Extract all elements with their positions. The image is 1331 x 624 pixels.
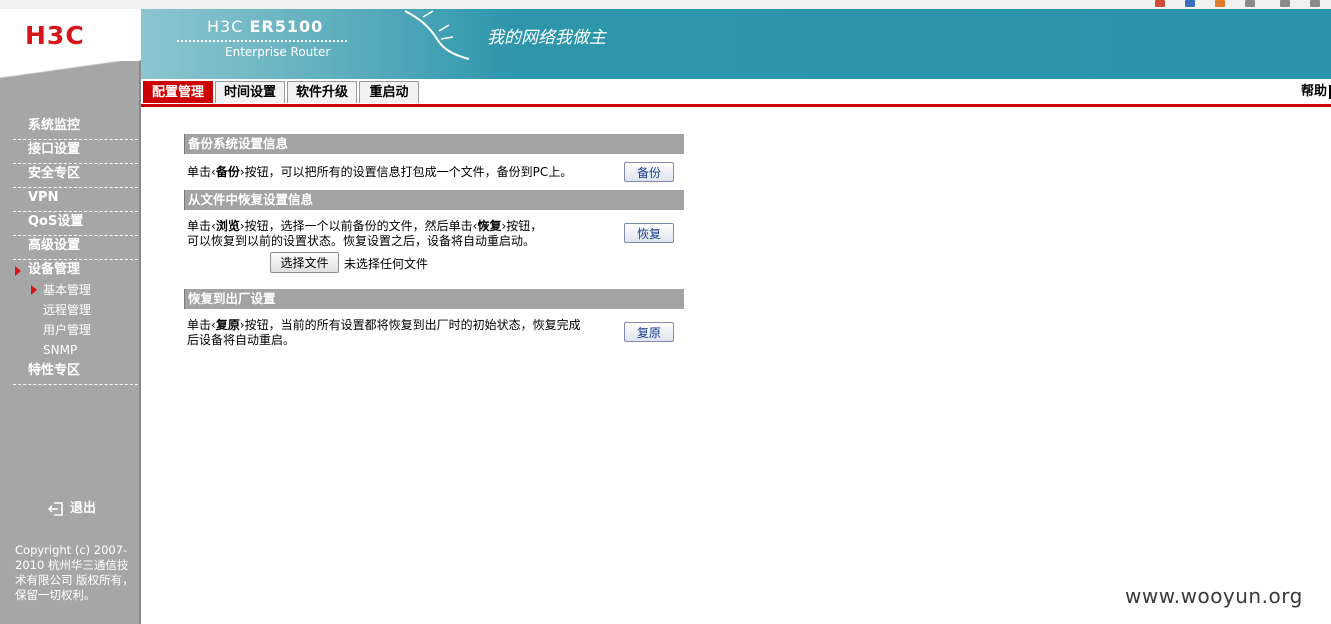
subitem-remote-management[interactable]: 远程管理 xyxy=(13,301,138,321)
browser-extension-icon[interactable] xyxy=(1310,0,1320,7)
banner-dotted-line xyxy=(177,40,347,42)
text-fragment: ›按钮，可以把所有的设置信息打包成一个文件，备份到PC上。 xyxy=(239,165,573,179)
tab-label: 时间设置 xyxy=(223,85,276,100)
sidebar-item-label: 接口设置 xyxy=(28,142,81,157)
text-fragment: ›按钮，当前的所有设置都将恢复到出厂时的初始状态，恢复完成 xyxy=(239,318,581,332)
backup-section-header: 备份系统设置信息 xyxy=(184,134,684,154)
tab-software-upgrade[interactable]: 软件升级 xyxy=(287,81,357,103)
sidebar-item-label: 系统监控 xyxy=(28,118,81,133)
file-status-text: 未选择任何文件 xyxy=(344,257,429,271)
restore-section-header: 从文件中恢复设置信息 xyxy=(184,190,684,210)
logout-link[interactable]: 退出 xyxy=(48,499,96,519)
text-fragment: ›按钮， xyxy=(501,219,543,233)
sidebar-item-qos[interactable]: QoS设置 xyxy=(13,212,138,236)
logo-area: H3C xyxy=(0,9,140,61)
sidebar-menu: 系统监控 接口设置 安全专区 VPN QoS设置 高级设置 设备管理 基本管理 … xyxy=(13,116,138,385)
sidebar-item-vpn[interactable]: VPN xyxy=(13,188,138,212)
sidebar-item-device-management[interactable]: 设备管理 xyxy=(13,260,138,281)
cable-graphic-icon xyxy=(404,10,470,60)
sidebar-item-system-monitor[interactable]: 系统监控 xyxy=(13,116,138,140)
sidebar-item-security[interactable]: 安全专区 xyxy=(13,164,138,188)
active-arrow-icon xyxy=(15,266,21,276)
sidebar-item-label: 特性专区 xyxy=(28,363,81,378)
tab-config-management[interactable]: 配置管理 xyxy=(143,81,213,103)
text-fragment: 可以恢复到以前的设置状态。恢复设置之后，设备将自动重启动。 xyxy=(187,234,536,248)
factory-reset-button[interactable]: 复原 xyxy=(624,322,674,342)
text-fragment: ›按钮，选择一个以前备份的文件，然后单击‹ xyxy=(239,219,478,233)
sidebar-item-label: VPN xyxy=(28,190,59,205)
model-name: ER5100 xyxy=(249,17,324,36)
h3c-logo: H3C xyxy=(25,21,85,50)
sidebar-item-label: 设备管理 xyxy=(28,262,81,277)
subitem-label: 远程管理 xyxy=(43,303,92,317)
tab-label: 重启动 xyxy=(369,85,409,100)
backup-description: 单击‹备份›按钮，可以把所有的设置信息打包成一个文件，备份到PC上。 xyxy=(187,165,572,180)
subitem-basic-management[interactable]: 基本管理 xyxy=(13,281,138,301)
keyword-browse: 浏览 xyxy=(215,219,240,233)
logout-icon xyxy=(48,501,63,516)
active-arrow-icon xyxy=(31,285,37,295)
header-banner: H3C ER5100 Enterprise Router 我的网络我做主 xyxy=(141,9,1331,79)
keyword-reset: 复原 xyxy=(215,318,240,332)
device-submenu: 基本管理 远程管理 用户管理 SNMP xyxy=(13,281,138,361)
restore-description: 单击‹浏览›按钮，选择一个以前备份的文件，然后单击‹恢复›按钮， 可以恢复到以前… xyxy=(187,219,542,249)
tab-label: 软件升级 xyxy=(295,85,348,100)
browser-extension-icon[interactable] xyxy=(1245,0,1255,7)
subitem-label: 用户管理 xyxy=(43,323,92,337)
keyword-restore: 恢复 xyxy=(477,219,502,233)
device-submenu-list: 基本管理 远程管理 用户管理 SNMP xyxy=(13,281,138,361)
text-fragment: 单击‹ xyxy=(187,219,216,233)
tab-label: 配置管理 xyxy=(151,85,204,100)
browser-extension-icon[interactable] xyxy=(1155,0,1165,7)
subitem-label: 基本管理 xyxy=(43,283,92,297)
sidebar-item-label: QoS设置 xyxy=(28,214,84,229)
banner-slogan: 我的网络我做主 xyxy=(487,28,606,48)
browser-extension-icon[interactable] xyxy=(1280,0,1290,7)
keyword-backup: 备份 xyxy=(215,165,240,179)
browser-extension-icon[interactable] xyxy=(1185,0,1195,7)
tab-bar: 配置管理 时间设置 软件升级 重启动 帮助 xyxy=(141,79,1331,107)
backup-button[interactable]: 备份 xyxy=(624,162,674,182)
sidebar-item-advanced[interactable]: 高级设置 xyxy=(13,236,138,260)
text-fragment: 单击‹ xyxy=(187,318,216,332)
sidebar-item-interface-settings[interactable]: 接口设置 xyxy=(13,140,138,164)
subitem-user-management[interactable]: 用户管理 xyxy=(13,321,138,341)
tab-time-settings[interactable]: 时间设置 xyxy=(215,81,285,103)
help-link[interactable]: 帮助 xyxy=(1301,81,1327,103)
text-fragment: 后设备将自动重启。 xyxy=(187,333,296,347)
subitem-label: SNMP xyxy=(43,343,78,357)
subitem-snmp[interactable]: SNMP xyxy=(13,341,138,361)
copyright-text: Copyright (c) 2007-2010 杭州华三通信技术有限公司 版权所… xyxy=(15,543,134,602)
watermark-text: www.wooyun.org xyxy=(1125,584,1303,608)
factory-section-header: 恢复到出厂设置 xyxy=(184,289,684,309)
sidebar-edge xyxy=(139,60,141,624)
logout-label: 退出 xyxy=(70,501,97,516)
sidebar-top-slope xyxy=(0,58,140,78)
product-model: H3C ER5100 xyxy=(207,17,323,36)
tab-reboot[interactable]: 重启动 xyxy=(359,81,419,103)
product-subtitle: Enterprise Router xyxy=(225,45,331,59)
sidebar-item-label: 高级设置 xyxy=(28,238,81,253)
sidebar-item-features[interactable]: 特性专区 xyxy=(13,361,138,385)
choose-file-button[interactable]: 选择文件 xyxy=(270,252,339,273)
sidebar-item-label: 安全专区 xyxy=(28,166,81,181)
model-prefix: H3C xyxy=(207,17,244,36)
factory-description: 单击‹复原›按钮，当前的所有设置都将恢复到出厂时的初始状态，恢复完成 后设备将自… xyxy=(187,318,581,348)
text-fragment: 单击‹ xyxy=(187,165,216,179)
browser-extension-icon[interactable] xyxy=(1215,0,1225,7)
restore-button[interactable]: 恢复 xyxy=(624,223,674,243)
